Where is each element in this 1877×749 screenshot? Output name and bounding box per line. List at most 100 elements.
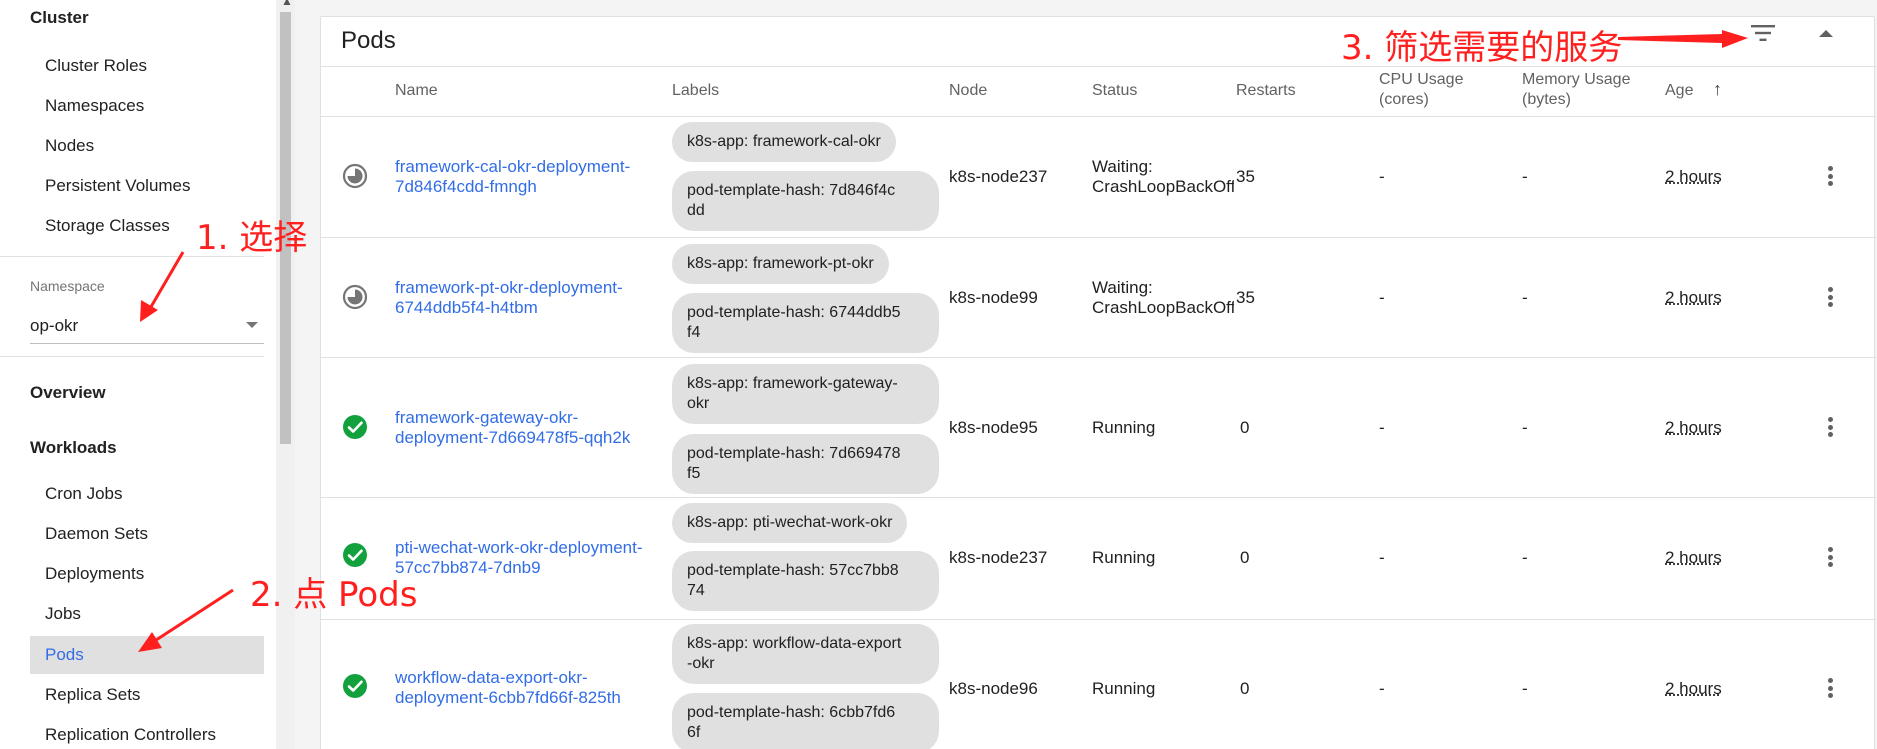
pod-restarts: 35 xyxy=(1236,167,1255,186)
row-divider xyxy=(321,619,1876,620)
scroll-up-arrow-icon[interactable]: ▲ xyxy=(281,0,293,8)
collapse-up-icon[interactable] xyxy=(1818,28,1834,38)
pod-restarts: 0 xyxy=(1240,418,1250,437)
pending-icon xyxy=(342,284,368,310)
more-vert-icon[interactable] xyxy=(1822,164,1838,188)
pod-name-line2: 57cc7bb874-7dnb9 xyxy=(395,558,541,577)
pod-name-line1: workflow-data-export-okr- xyxy=(395,668,588,687)
pod-restarts: 0 xyxy=(1240,679,1250,698)
column-header-labels: Labels xyxy=(672,82,720,99)
row-divider xyxy=(321,237,1876,238)
label-chip: k8s-app: workflow-data-export -okr xyxy=(672,624,939,684)
column-header-memory-line1: Memory Usage xyxy=(1522,71,1631,88)
sidebar-item-replica-sets[interactable]: Replica Sets xyxy=(30,676,264,714)
sidebar-item-replication-controllers[interactable]: Replication Controllers xyxy=(30,716,264,749)
pod-name-line2: deployment-7d669478f5-qqh2k xyxy=(395,428,631,447)
pod-name-line2: 7d846f4cdd-fmngh xyxy=(395,177,537,196)
sidebar-item-persistent-volumes[interactable]: Persistent Volumes xyxy=(30,167,264,205)
column-header-cpu: CPU Usage (cores) xyxy=(1379,70,1463,110)
pod-age[interactable]: 2 hours xyxy=(1665,288,1722,308)
pod-memory: - xyxy=(1522,548,1528,567)
sidebar-item-deployments[interactable]: Deployments xyxy=(30,555,264,593)
sidebar-item-nodes[interactable]: Nodes xyxy=(30,127,264,165)
pod-name-line2: 6744ddb5f4-h4tbm xyxy=(395,298,538,317)
label-chip: pod-template-hash: 57cc7bb8 74 xyxy=(672,551,939,611)
pod-age[interactable]: 2 hours xyxy=(1665,548,1722,568)
sort-ascending-icon[interactable]: ↑ xyxy=(1713,79,1722,99)
sidebar-item-cluster-roles[interactable]: Cluster Roles xyxy=(30,47,264,85)
column-header-node[interactable]: Node xyxy=(949,81,987,101)
pod-name-link[interactable]: framework-gateway-okr- deployment-7d6694… xyxy=(395,408,655,448)
label-chip-line2: f5 xyxy=(687,465,701,482)
sidebar-item-jobs[interactable]: Jobs xyxy=(30,595,264,633)
sidebar-scrollbar[interactable] xyxy=(276,0,295,749)
label-chip: pod-template-hash: 7d846f4c dd xyxy=(672,171,939,231)
label-chip-line2: 74 xyxy=(687,582,705,599)
pod-cpu: - xyxy=(1379,418,1385,437)
sidebar-item-overview[interactable]: Overview xyxy=(30,383,106,403)
column-header-divider xyxy=(321,116,1876,117)
pod-name-line1: framework-cal-okr-deployment- xyxy=(395,157,631,176)
pod-status: Running xyxy=(1092,679,1156,698)
filter-icon[interactable] xyxy=(1750,24,1776,42)
pod-status-line1: Waiting: xyxy=(1092,157,1153,176)
column-header-cpu-line1: CPU Usage xyxy=(1379,71,1464,88)
sidebar-item-pods[interactable]: Pods xyxy=(30,636,264,674)
column-header-name[interactable]: Name xyxy=(395,81,438,101)
pod-age[interactable]: 2 hours xyxy=(1665,679,1722,699)
namespace-select[interactable]: op-okr xyxy=(30,312,264,344)
label-chip-line1: pod-template-hash: 7d846f4c xyxy=(687,182,896,199)
annotation-step-1: 1. 选择 xyxy=(196,218,308,258)
sidebar-item-cron-jobs[interactable]: Cron Jobs xyxy=(30,475,264,513)
pod-status: Running xyxy=(1092,548,1156,567)
pod-name-link[interactable]: framework-pt-okr-deployment- 6744ddb5f4-… xyxy=(395,278,655,318)
column-header-age[interactable]: Age xyxy=(1665,81,1693,101)
pod-name-line1: framework-gateway-okr- xyxy=(395,408,579,427)
sidebar-section-cluster: Cluster xyxy=(30,8,89,27)
more-vert-icon[interactable] xyxy=(1822,285,1838,309)
pod-memory: - xyxy=(1522,167,1528,186)
pod-age[interactable]: 2 hours xyxy=(1665,167,1722,187)
label-chip: pod-template-hash: 6cbb7fd6 6f xyxy=(672,693,939,749)
pod-cpu: - xyxy=(1379,679,1385,698)
pod-memory: - xyxy=(1522,418,1528,437)
label-chip-line1: k8s-app: framework-gateway- xyxy=(687,375,898,392)
label-chip-line2: -okr xyxy=(687,655,715,672)
running-check-icon xyxy=(343,415,367,439)
sidebar-item-namespaces[interactable]: Namespaces xyxy=(30,87,264,125)
pod-age[interactable]: 2 hours xyxy=(1665,418,1722,438)
more-vert-icon[interactable] xyxy=(1822,676,1838,700)
pod-name-link[interactable]: pti-wechat-work-okr-deployment- 57cc7bb8… xyxy=(395,538,655,578)
pod-name-line2: deployment-6cbb7fd66f-825th xyxy=(395,688,621,707)
header-divider xyxy=(321,66,1876,67)
label-chip-line2: f4 xyxy=(687,324,701,341)
label-chip-line1: pod-template-hash: 57cc7bb8 xyxy=(687,562,899,579)
annotation-step-2: 2. 点 Pods xyxy=(250,575,418,615)
pod-name-link[interactable]: workflow-data-export-okr- deployment-6cb… xyxy=(395,668,655,708)
namespace-value: op-okr xyxy=(30,316,79,335)
label-chip: k8s-app: pti-wechat-work-okr xyxy=(672,503,908,543)
column-header-status[interactable]: Status xyxy=(1092,81,1137,101)
pod-restarts: 35 xyxy=(1236,288,1255,307)
column-header-restarts[interactable]: Restarts xyxy=(1236,81,1296,101)
more-vert-icon[interactable] xyxy=(1822,415,1838,439)
column-header-cpu-line2: (cores) xyxy=(1379,91,1429,108)
pod-node: k8s-node96 xyxy=(949,679,1038,698)
pod-restarts: 0 xyxy=(1240,548,1250,567)
pod-memory: - xyxy=(1522,679,1528,698)
pod-name-link[interactable]: framework-cal-okr-deployment- 7d846f4cdd… xyxy=(395,157,655,197)
label-chip-line1: k8s-app: workflow-data-export xyxy=(687,635,902,652)
pod-cpu: - xyxy=(1379,548,1385,567)
row-divider xyxy=(321,357,1876,358)
namespace-label: Namespace xyxy=(30,278,105,294)
pod-node: k8s-node95 xyxy=(949,418,1038,437)
pod-status: Running xyxy=(1092,418,1156,437)
label-chip: k8s-app: framework-pt-okr xyxy=(672,244,889,284)
more-vert-icon[interactable] xyxy=(1822,545,1838,569)
pod-node: k8s-node237 xyxy=(949,548,1048,567)
label-chip: pod-template-hash: 7d669478 f5 xyxy=(672,434,939,494)
label-chip: pod-template-hash: 6744ddb5 f4 xyxy=(672,293,939,353)
sidebar-item-daemon-sets[interactable]: Daemon Sets xyxy=(30,515,264,553)
pods-card: Pods xyxy=(320,16,1875,749)
label-chip-line1: pod-template-hash: 7d669478 xyxy=(687,445,901,462)
